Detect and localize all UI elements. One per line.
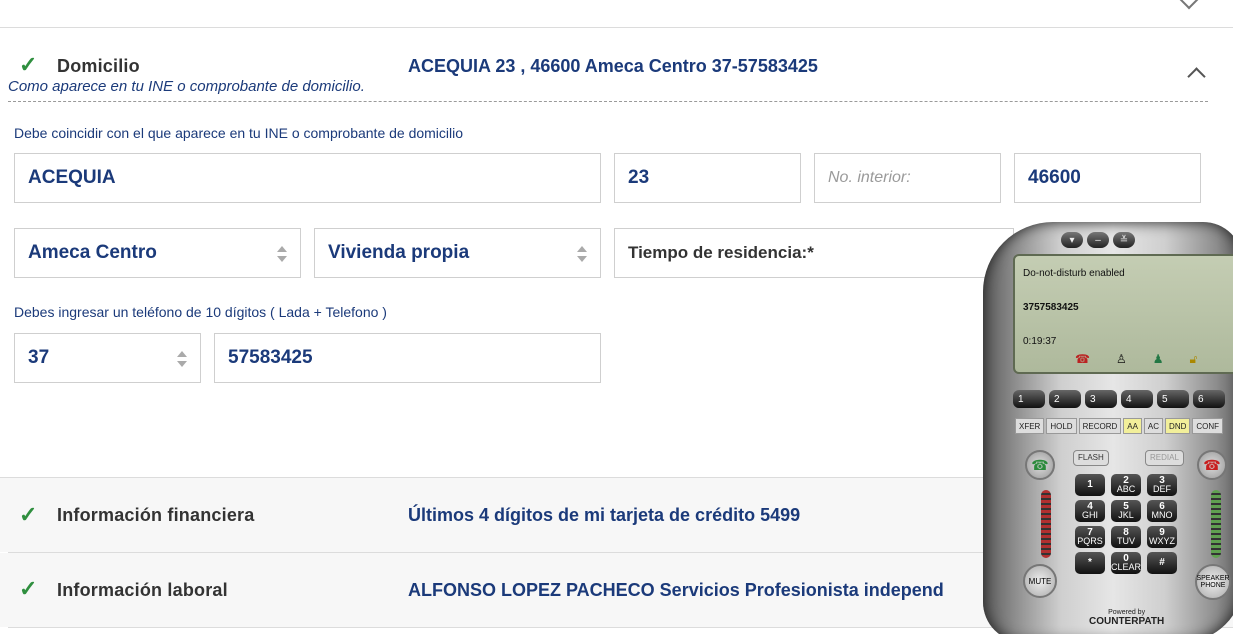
- powered-by-logo: Powered by COUNTERPATH: [1089, 608, 1164, 627]
- user-icon: ♙: [1115, 352, 1127, 366]
- aa-button[interactable]: AA: [1123, 418, 1142, 434]
- exterior-number-input[interactable]: 23: [614, 153, 801, 203]
- answer-call-icon[interactable]: ☎: [1025, 450, 1055, 480]
- ac-button[interactable]: AC: [1143, 418, 1164, 434]
- address-hint: Debe coincidir con el que aparece en tu …: [14, 125, 464, 141]
- key-9[interactable]: 9 WXYZ: [1147, 526, 1177, 548]
- key-8[interactable]: 8 TUV: [1111, 526, 1141, 548]
- brand-name: COUNTERPATH: [1089, 616, 1165, 627]
- dnd-button[interactable]: DND: [1165, 418, 1191, 434]
- line-button-5[interactable]: 5: [1157, 390, 1189, 408]
- lada-value: 37: [28, 347, 50, 368]
- chevron-down-icon[interactable]: [1177, 0, 1201, 10]
- section-title-domicilio[interactable]: Domicilio: [57, 56, 140, 77]
- record-button[interactable]: RECORD: [1078, 418, 1122, 434]
- speakerphone-button[interactable]: SPEAKER PHONE: [1195, 564, 1231, 600]
- end-call-icon[interactable]: ☎: [1197, 450, 1227, 480]
- domicilio-summary: ACEQUIA 23 , 46600 Ameca Centro 37-57583…: [408, 56, 818, 76]
- line-button-2[interactable]: 2: [1049, 390, 1081, 408]
- line-buttons: 1 2 3 4 5 6: [1013, 390, 1225, 408]
- divider: [8, 101, 1208, 102]
- select-arrows-icon: [576, 245, 588, 263]
- residence-time-field[interactable]: Tiempo de residencia:*: [614, 228, 1014, 278]
- interior-number-input[interactable]: No. interior:: [814, 153, 1001, 203]
- softphone-window[interactable]: ▾ – ≚ Do-not-disturb enabled 3757583425 …: [983, 222, 1233, 634]
- call-timer: 0:19:37: [1023, 336, 1057, 347]
- financiera-summary: Últimos 4 dígitos de mi tarjeta de crédi…: [408, 505, 801, 525]
- key-7[interactable]: 7 PQRS: [1075, 526, 1105, 548]
- page: ✓ Domicilio ACEQUIA 23 , 46600 Ameca Cen…: [0, 0, 1233, 634]
- hold-button[interactable]: HOLD: [1046, 418, 1077, 434]
- line-button-1[interactable]: 1: [1013, 390, 1045, 408]
- section-title-laboral[interactable]: Información laboral: [57, 580, 228, 601]
- flash-button[interactable]: FLASH: [1073, 450, 1109, 466]
- colonia-select[interactable]: Ameca Centro: [14, 228, 301, 278]
- check-icon: ✓: [19, 502, 38, 527]
- function-buttons: XFER HOLD RECORD AA AC DND CONF: [1015, 418, 1224, 434]
- key-5[interactable]: 5 JKL: [1111, 500, 1141, 522]
- phone-hint: Debes ingresar un teléfono de 10 dígitos…: [14, 304, 387, 320]
- street-input[interactable]: ACEQUIA: [14, 153, 601, 203]
- select-arrows-icon: [276, 245, 288, 263]
- lock-icon: 🔓︎: [1189, 352, 1198, 366]
- key-3[interactable]: 3 DEF: [1147, 474, 1177, 496]
- redial-button[interactable]: REDIAL: [1145, 450, 1184, 466]
- check-icon: ✓: [19, 576, 38, 601]
- key-star[interactable]: *: [1075, 552, 1105, 574]
- dialed-number: 3757583425: [1023, 302, 1079, 313]
- key-0[interactable]: 0 CLEAR: [1111, 552, 1141, 574]
- collapse-icon[interactable]: ≚: [1113, 232, 1135, 248]
- xfer-button[interactable]: XFER: [1015, 418, 1045, 434]
- select-arrows-icon: [176, 350, 188, 368]
- dialpad: 1 2 ABC 3 DEF 4 GHI 5 JKL 6 MNO 7 PQRS 8 TUV 9W…: [1075, 474, 1177, 574]
- dnd-status: Do-not-disturb enabled: [1023, 268, 1125, 279]
- status-icons: ☎ ♙ ♟ 🔓︎: [1075, 352, 1197, 367]
- postal-code-input[interactable]: 46600: [1014, 153, 1201, 203]
- housing-type-select[interactable]: Vivienda propia: [314, 228, 601, 278]
- chevron-up-icon[interactable]: [1187, 67, 1206, 86]
- line-button-6[interactable]: 6: [1193, 390, 1225, 408]
- lada-select[interactable]: 37: [14, 333, 201, 383]
- mute-button[interactable]: MUTE: [1023, 564, 1057, 598]
- phone-icon: ☎: [1075, 352, 1090, 366]
- conf-button[interactable]: CONF: [1192, 418, 1224, 434]
- phone-input[interactable]: 57583425: [214, 333, 601, 383]
- laboral-summary: ALFONSO LOPEZ PACHECO Servicios Profesio…: [408, 580, 944, 600]
- mic-volume-slider[interactable]: [1041, 490, 1051, 558]
- minimize-icon[interactable]: –: [1087, 232, 1109, 248]
- key-6[interactable]: 6 MNO: [1147, 500, 1177, 522]
- softphone-display: Do-not-disturb enabled 3757583425 0:19:3…: [1013, 254, 1233, 374]
- previous-section-strip: [0, 0, 1233, 28]
- key-1[interactable]: 1: [1075, 474, 1105, 496]
- section-title-financiera[interactable]: Información financiera: [57, 505, 254, 526]
- add-contact-icon: ♟: [1152, 352, 1164, 366]
- softphone-window-controls: ▾ – ≚: [1061, 232, 1135, 248]
- colonia-value: Ameca Centro: [28, 242, 157, 263]
- housing-type-value: Vivienda propia: [328, 242, 470, 263]
- menu-icon[interactable]: ▾: [1061, 232, 1083, 248]
- speaker-volume-slider[interactable]: [1211, 490, 1221, 558]
- key-4[interactable]: 4 GHI: [1075, 500, 1105, 522]
- domicilio-subtitle: Como aparece en tu INE o comprobante de …: [8, 78, 365, 95]
- check-icon: ✓: [19, 52, 38, 77]
- key-hash[interactable]: #: [1147, 552, 1177, 574]
- line-button-4[interactable]: 4: [1121, 390, 1153, 408]
- line-button-3[interactable]: 3: [1085, 390, 1117, 408]
- key-2[interactable]: 2 ABC: [1111, 474, 1141, 496]
